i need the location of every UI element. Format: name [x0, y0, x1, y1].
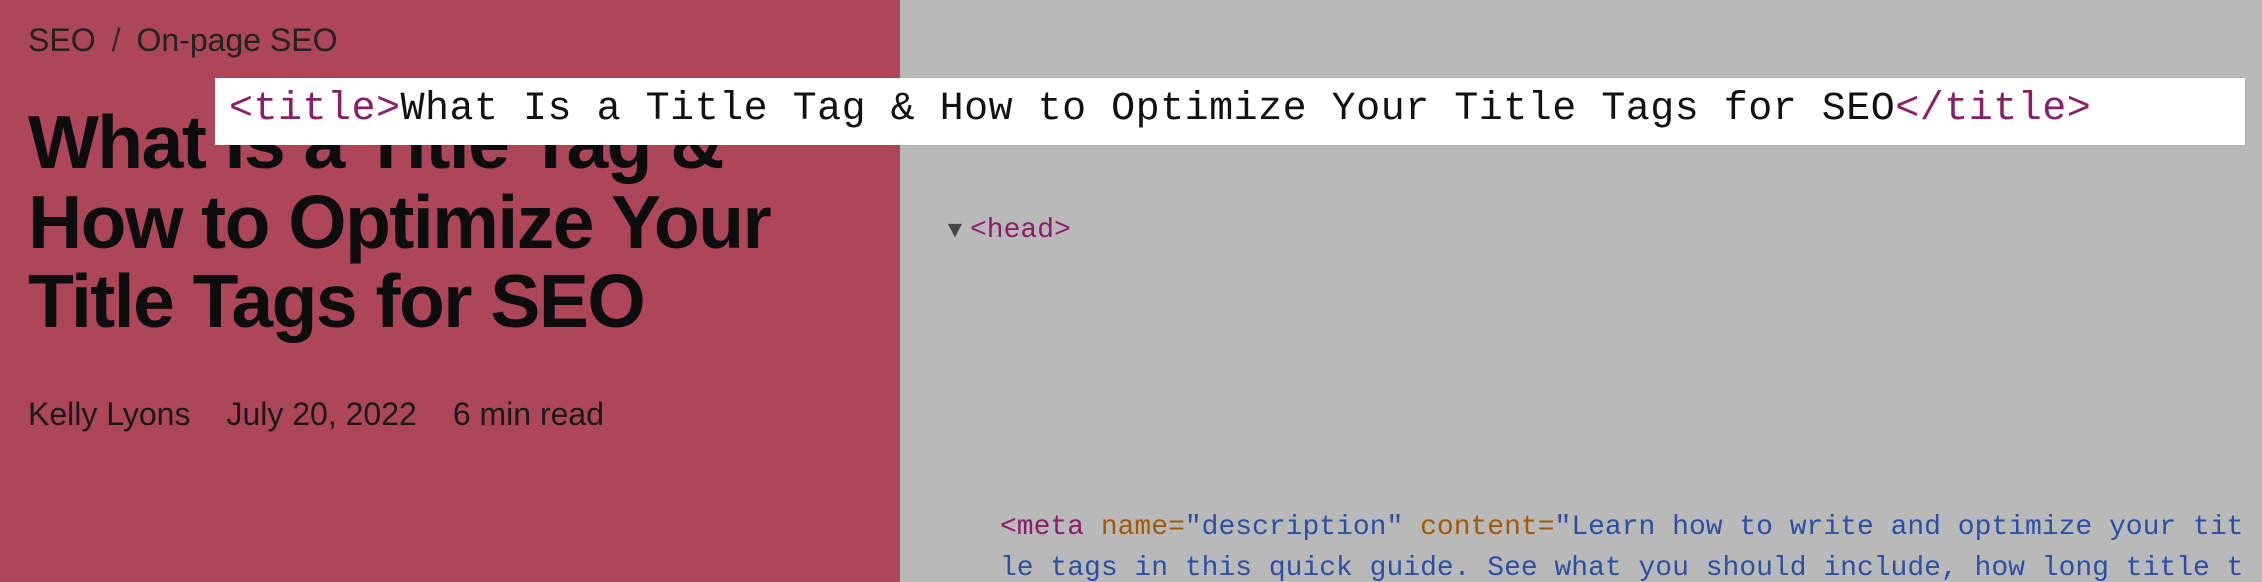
- breadcrumb-root[interactable]: SEO: [28, 22, 96, 59]
- read-time: 6 min read: [453, 396, 604, 433]
- title-tag-callout: <title>What Is a Title Tag & How to Opti…: [215, 78, 2245, 145]
- disclosure-triangle-icon[interactable]: [944, 215, 966, 250]
- author-name[interactable]: Kelly Lyons: [28, 396, 190, 433]
- breadcrumb-current[interactable]: On-page SEO: [136, 22, 337, 59]
- code-line-head-open[interactable]: <head>: [916, 211, 2248, 252]
- publish-date: July 20, 2022: [226, 396, 416, 433]
- title-tag-text: What Is a Title Tag & How to Optimize Yo…: [401, 87, 1896, 132]
- code-line-meta-description[interactable]: <meta name="description" content="Learn …: [916, 508, 2248, 582]
- title-close-tag: </title>: [1895, 87, 2091, 132]
- title-open-tag: <title>: [229, 87, 401, 132]
- breadcrumb: SEO / On-page SEO: [28, 22, 872, 59]
- breadcrumb-sep: /: [112, 22, 121, 59]
- article-meta: Kelly Lyons July 20, 2022 6 min read: [28, 396, 872, 433]
